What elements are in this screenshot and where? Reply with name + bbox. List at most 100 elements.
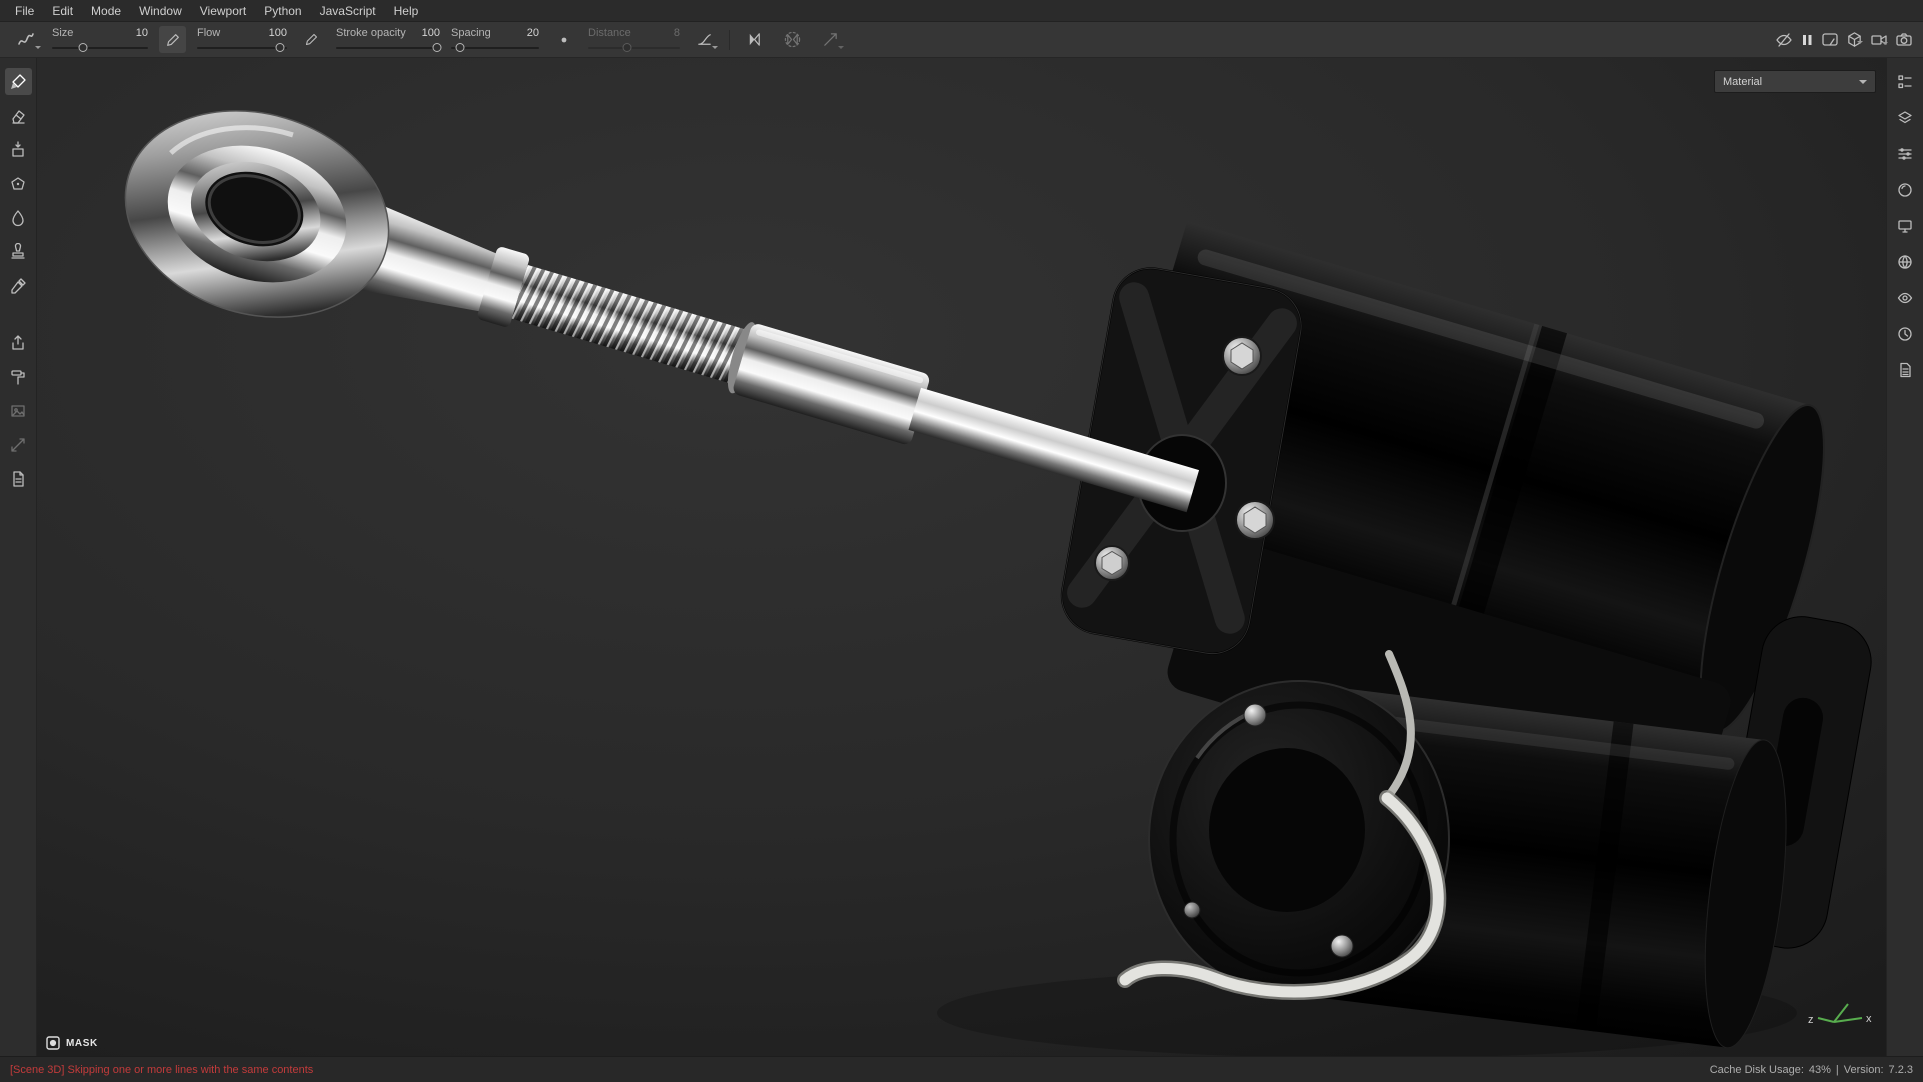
mask-label: MASK	[66, 1038, 98, 1049]
eye-icon	[1897, 290, 1913, 306]
main-content: Material MASK z x	[0, 58, 1923, 1056]
screenshot-button[interactable]	[1895, 31, 1913, 49]
flow-slider[interactable]	[197, 43, 287, 52]
notes-button[interactable]	[5, 465, 32, 492]
status-message: [Scene 3D] Skipping one or more lines wi…	[10, 1064, 313, 1076]
axis-gizmo: z x	[1804, 992, 1876, 1030]
viewport-layout-button[interactable]	[1821, 31, 1839, 49]
paint-roller-icon	[9, 368, 27, 386]
size-slider[interactable]	[52, 43, 148, 52]
paint-brush-tool[interactable]	[5, 68, 32, 95]
spacing-slider[interactable]	[451, 43, 539, 52]
flow-value[interactable]: 100	[269, 27, 287, 39]
export-button[interactable]	[5, 329, 32, 356]
screenshot-camera-icon	[1895, 31, 1913, 49]
cache-disk-usage-value: 43%	[1809, 1064, 1831, 1076]
eyedropper-icon	[9, 277, 27, 295]
menu-file[interactable]: File	[6, 2, 43, 20]
tools-sidebar	[0, 58, 37, 1056]
flow-pencil-button[interactable]	[159, 26, 186, 53]
3d-viewport[interactable]: Material MASK z x	[37, 58, 1886, 1056]
lazy-mouse-icon	[822, 31, 839, 48]
projection-tool[interactable]	[5, 136, 32, 163]
pause-engine-button[interactable]	[1800, 33, 1814, 47]
menu-javascript[interactable]: JavaScript	[311, 2, 385, 20]
globe-icon	[1897, 254, 1913, 270]
menu-help[interactable]: Help	[385, 2, 428, 20]
panel-viewer-settings[interactable]	[1893, 286, 1917, 310]
paint-roller-button[interactable]	[5, 363, 32, 390]
status-separator: |	[1836, 1064, 1839, 1076]
falloff-button[interactable]	[691, 26, 718, 53]
panel-layers[interactable]	[1893, 106, 1917, 130]
symmetry-button[interactable]	[741, 26, 768, 53]
layers-icon	[1897, 110, 1913, 126]
stroke-opacity-value[interactable]: 100	[422, 27, 440, 39]
clone-tool[interactable]	[5, 238, 32, 265]
menu-edit[interactable]: Edit	[43, 2, 82, 20]
cache-disk-usage-label: Cache Disk Usage:	[1710, 1064, 1804, 1076]
menu-mode[interactable]: Mode	[82, 2, 130, 20]
panel-log[interactable]	[1893, 358, 1917, 382]
actuator-3d-model	[37, 58, 1886, 1056]
lazy-mouse-button[interactable]	[817, 26, 844, 53]
spacing-value[interactable]: 20	[527, 27, 539, 39]
menu-viewport[interactable]: Viewport	[191, 2, 255, 20]
smudge-tool[interactable]	[5, 204, 32, 231]
clone-stamp-icon	[9, 243, 27, 261]
stroke-opacity-parameter: Stroke opacity 100	[336, 27, 440, 52]
spacing-parameter: Spacing 20	[451, 27, 539, 52]
brush-stroke-preview-icon	[17, 32, 39, 48]
shader-sphere-icon	[1897, 182, 1913, 198]
perspective-button[interactable]	[1846, 31, 1863, 48]
eye-slash-icon	[1775, 31, 1793, 49]
camera-projection-button[interactable]	[1870, 31, 1888, 49]
panels-sidebar	[1886, 58, 1923, 1056]
panel-history[interactable]	[1893, 322, 1917, 346]
flow-parameter: Flow 100	[197, 27, 287, 52]
transform-button[interactable]	[5, 431, 32, 458]
mask-icon	[46, 1036, 60, 1050]
panel-shader-settings[interactable]	[1893, 178, 1917, 202]
brush-stroke-preview[interactable]	[14, 26, 41, 53]
panel-texture-set-list[interactable]	[1893, 70, 1917, 94]
polygon-fill-icon	[9, 175, 27, 193]
chevron-down-icon	[1859, 80, 1867, 88]
panel-display-settings[interactable]	[1893, 214, 1917, 238]
spacing-label: Spacing	[451, 27, 491, 39]
eye-slash-button[interactable]	[1775, 31, 1793, 49]
paint-brush-icon	[9, 73, 27, 91]
image-button[interactable]	[5, 397, 32, 424]
export-icon	[9, 334, 27, 352]
image-icon	[9, 402, 27, 420]
polygon-fill-tool[interactable]	[5, 170, 32, 197]
viewport-mode-dropdown[interactable]: Material	[1714, 70, 1876, 93]
panel-environment-settings[interactable]	[1893, 250, 1917, 274]
distance-label: Distance	[588, 27, 631, 39]
menu-window[interactable]: Window	[130, 2, 191, 20]
size-value[interactable]: 10	[136, 27, 148, 39]
hex-bolt	[1236, 501, 1274, 539]
version-label: Version:	[1844, 1064, 1884, 1076]
hex-bolt	[1223, 337, 1261, 375]
distance-value: 8	[674, 27, 680, 39]
menu-python[interactable]: Python	[255, 2, 310, 20]
eraser-tool[interactable]	[5, 102, 32, 129]
distance-dot-button[interactable]	[550, 26, 577, 53]
menu-bar: File Edit Mode Window Viewport Python Ja…	[0, 0, 1923, 22]
hex-bolt	[1095, 546, 1129, 580]
stroke-opacity-slider[interactable]	[336, 43, 440, 52]
viewport-mode-label: Material	[1723, 76, 1762, 88]
mask-indicator: MASK	[46, 1036, 98, 1050]
radial-symmetry-button[interactable]	[779, 26, 806, 53]
distance-dot-icon	[557, 33, 571, 47]
note-icon	[9, 470, 27, 488]
material-picker-tool[interactable]	[5, 272, 32, 299]
expand-arrows-icon	[9, 436, 27, 454]
projection-icon	[9, 141, 27, 159]
opacity-pencil-button[interactable]	[298, 26, 325, 53]
panel-texture-set-settings[interactable]	[1893, 142, 1917, 166]
version-value: 7.2.3	[1889, 1064, 1913, 1076]
falloff-curve-icon	[696, 31, 713, 48]
status-bar: [Scene 3D] Skipping one or more lines wi…	[0, 1056, 1923, 1082]
